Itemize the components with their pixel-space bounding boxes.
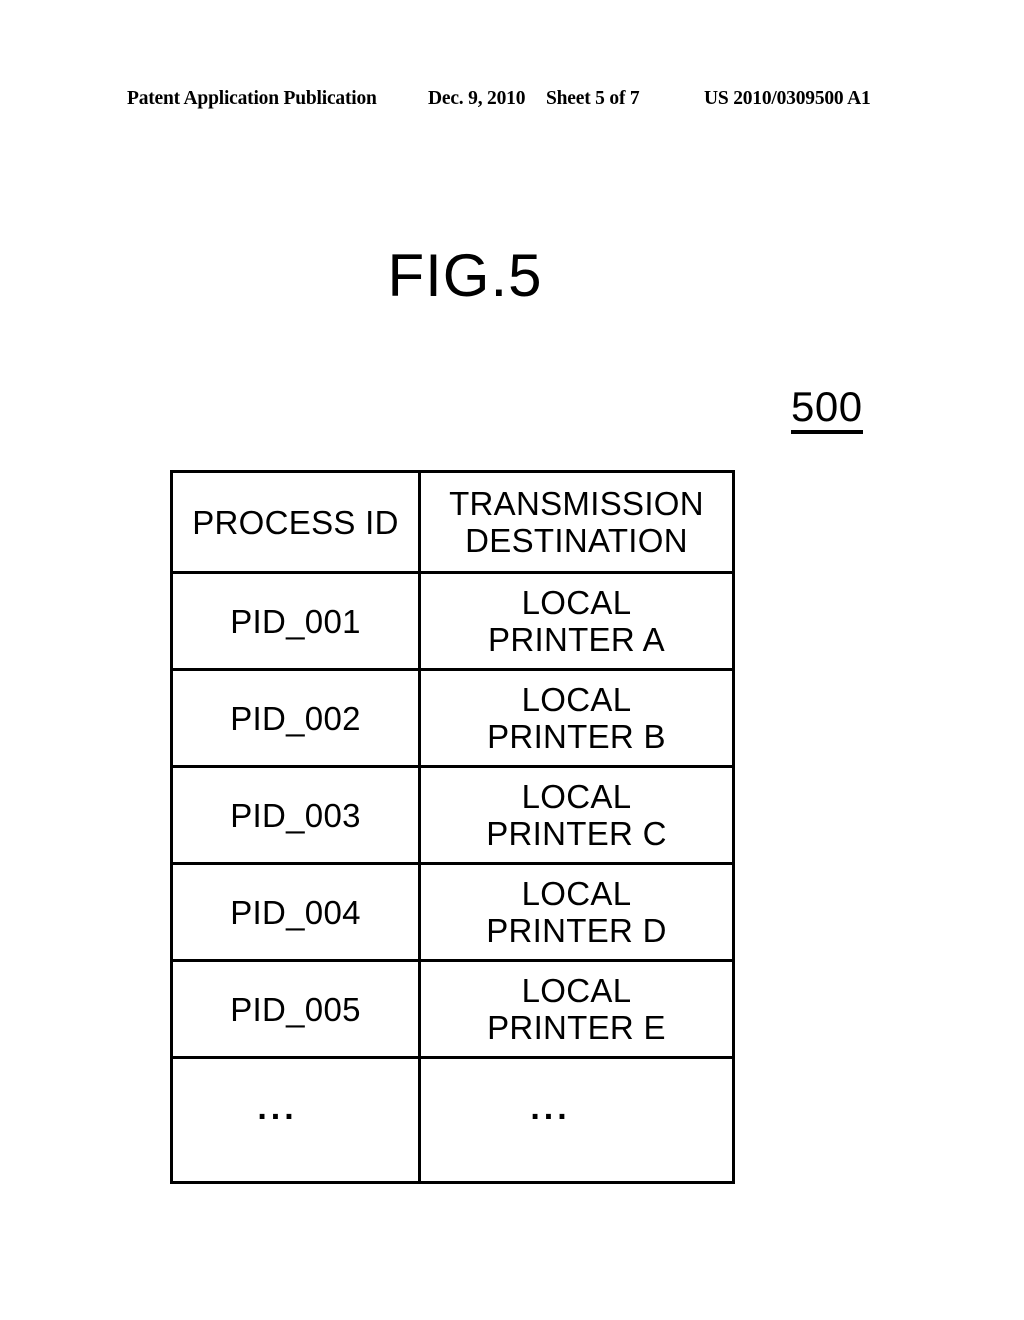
cell-transmission-destination: LOCAL PRINTER D bbox=[418, 862, 735, 962]
transmission-destination-table: PROCESS ID TRANSMISSION DESTINATION PID_… bbox=[170, 470, 735, 1184]
table-row: PID_002 LOCAL PRINTER B bbox=[170, 668, 735, 768]
process-id-value: PID_004 bbox=[230, 893, 361, 931]
column-header-transmission-destination: TRANSMISSION DESTINATION bbox=[418, 470, 735, 574]
cell-process-id: PID_001 bbox=[170, 571, 421, 671]
column-header-process-id-label: PROCESS ID bbox=[192, 503, 399, 541]
cell-transmission-destination: LOCAL PRINTER B bbox=[418, 668, 735, 768]
column-header-destination-line2: DESTINATION bbox=[465, 522, 688, 559]
column-header-process-id: PROCESS ID bbox=[170, 470, 421, 574]
publication-label: Patent Application Publication bbox=[127, 88, 377, 109]
cell-destination-continuation: ... bbox=[418, 1056, 735, 1184]
destination-value-line1: LOCAL bbox=[521, 875, 632, 912]
destination-value-line1: LOCAL bbox=[521, 681, 632, 718]
process-id-value: PID_005 bbox=[230, 990, 361, 1028]
destination-value-line1: LOCAL bbox=[521, 584, 632, 621]
destination-value-line1: LOCAL bbox=[521, 778, 632, 815]
cell-process-id-continuation: ... bbox=[170, 1056, 421, 1184]
figure-title: FIG.5 bbox=[387, 242, 543, 309]
cell-process-id: PID_003 bbox=[170, 765, 421, 865]
patent-running-header: Patent Application Publication Dec. 9, 2… bbox=[0, 88, 1024, 114]
cell-process-id: PID_005 bbox=[170, 959, 421, 1059]
table-row: PID_004 LOCAL PRINTER D bbox=[170, 862, 735, 962]
sheet-number: Sheet 5 of 7 bbox=[546, 88, 640, 109]
figure-reference-numeral: 500 bbox=[791, 385, 863, 434]
destination-value-line1: LOCAL bbox=[521, 972, 632, 1009]
destination-value-line2: PRINTER A bbox=[488, 621, 665, 658]
table-header-row: PROCESS ID TRANSMISSION DESTINATION bbox=[170, 470, 735, 574]
table-continuation-row: ... ... bbox=[170, 1056, 735, 1184]
ellipsis-icon: ... bbox=[257, 1089, 298, 1127]
cell-process-id: PID_004 bbox=[170, 862, 421, 962]
document-number: US 2010/0309500 A1 bbox=[704, 88, 871, 109]
table-row: PID_001 LOCAL PRINTER A bbox=[170, 571, 735, 671]
column-header-destination-line1: TRANSMISSION bbox=[449, 485, 704, 522]
cell-transmission-destination: LOCAL PRINTER C bbox=[418, 765, 735, 865]
process-id-value: PID_002 bbox=[230, 699, 361, 737]
destination-value-line2: PRINTER D bbox=[486, 912, 667, 949]
publication-date: Dec. 9, 2010 bbox=[428, 88, 526, 109]
table-row: PID_003 LOCAL PRINTER C bbox=[170, 765, 735, 865]
destination-value-line2: PRINTER C bbox=[486, 815, 667, 852]
cell-transmission-destination: LOCAL PRINTER E bbox=[418, 959, 735, 1059]
table-row: PID_005 LOCAL PRINTER E bbox=[170, 959, 735, 1059]
cell-process-id: PID_002 bbox=[170, 668, 421, 768]
transmission-destination-table-container: PROCESS ID TRANSMISSION DESTINATION PID_… bbox=[170, 470, 735, 1184]
destination-value-line2: PRINTER B bbox=[487, 718, 666, 755]
cell-transmission-destination: LOCAL PRINTER A bbox=[418, 571, 735, 671]
process-id-value: PID_001 bbox=[230, 602, 361, 640]
destination-value-line2: PRINTER E bbox=[487, 1009, 666, 1046]
ellipsis-icon: ... bbox=[530, 1089, 571, 1127]
process-id-value: PID_003 bbox=[230, 796, 361, 834]
